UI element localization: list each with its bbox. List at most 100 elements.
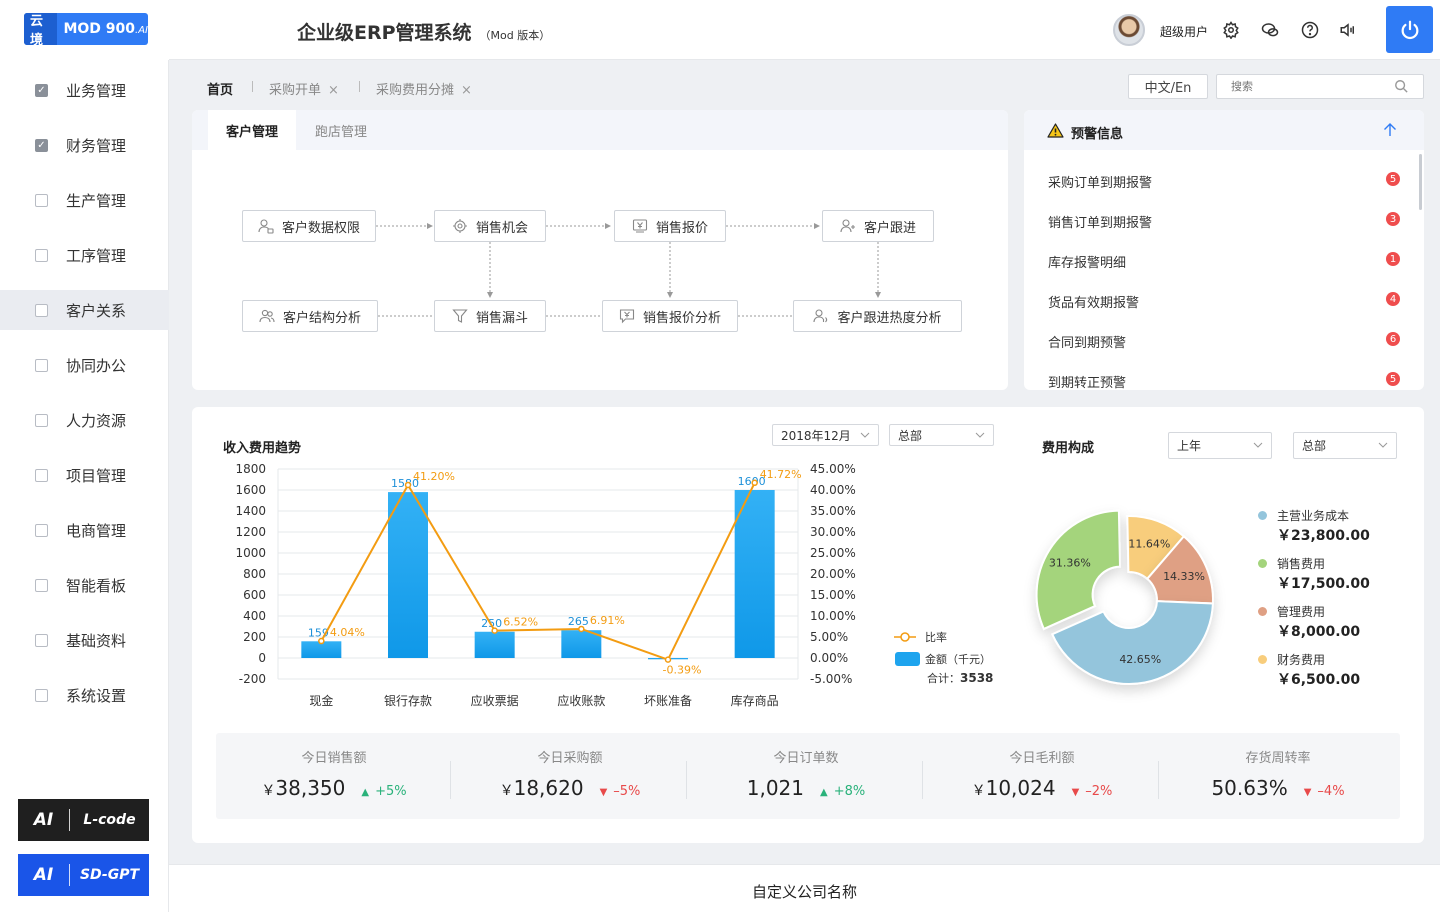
checkbox[interactable] <box>35 303 48 317</box>
bar <box>734 490 775 658</box>
rate-value-label: 6.52% <box>503 616 538 629</box>
total-label: 合计： <box>927 671 960 685</box>
node-sales-quote[interactable]: 销售报价 <box>614 210 726 242</box>
footer: 自定义公司名称 <box>169 864 1440 912</box>
close-icon[interactable]: × <box>328 83 339 98</box>
stat-change: –2% <box>1085 784 1113 799</box>
warning-item[interactable]: 采购订单到期报警 5 <box>1048 170 1400 191</box>
pie-slice <box>1035 509 1122 631</box>
scrollbar[interactable] <box>1419 154 1422 210</box>
chat-icon[interactable] <box>1260 20 1280 40</box>
collapse-up-icon[interactable] <box>1383 123 1397 137</box>
sidebar-item[interactable]: ✓ 业务管理 <box>0 70 169 110</box>
system-version: （Mod 版本） <box>479 29 551 42</box>
warning-item[interactable]: 库存报警明细 1 <box>1048 250 1400 271</box>
sidebar-item[interactable]: 系统设置 <box>0 675 169 715</box>
search-icon[interactable] <box>1394 79 1408 93</box>
sidebar-item[interactable]: 客户关系 <box>0 290 169 330</box>
ai-sdgpt-button[interactable]: AI SD-GPT <box>18 854 149 896</box>
warning-title: 预警信息 <box>1071 127 1124 142</box>
language-toggle-button[interactable]: 中文/En <box>1128 74 1208 99</box>
funnel-icon <box>452 309 468 323</box>
crumb-label: 采购开单 <box>269 83 322 98</box>
node-followup-heat-analysis[interactable]: 客户跟进热度分析 <box>793 300 962 332</box>
help-icon[interactable] <box>1300 20 1320 40</box>
cost-pie: 31.36% 11.64% 14.33% 42.65% <box>1035 509 1214 685</box>
sidebar-item[interactable]: 智能看板 <box>0 565 169 605</box>
sidebar-item[interactable]: 工序管理 <box>0 235 169 275</box>
sidebar-item[interactable]: 协同办公 <box>0 345 169 385</box>
warning-header: 预警信息 <box>1024 110 1424 150</box>
checkbox[interactable]: ✓ <box>35 83 48 97</box>
sidebar-item[interactable]: 基础资料 <box>0 620 169 660</box>
checkbox[interactable] <box>35 248 48 262</box>
ai-lcode-button[interactable]: AI L-code <box>18 799 149 841</box>
username[interactable]: 超级用户 <box>1160 23 1208 40</box>
power-button[interactable] <box>1386 6 1433 53</box>
speaker-icon[interactable] <box>1338 20 1358 40</box>
node-label: 客户数据权限 <box>281 220 360 236</box>
checkbox[interactable] <box>35 413 48 427</box>
user-followup-icon <box>840 219 855 233</box>
warning-item[interactable]: 销售订单到期报警 3 <box>1048 210 1400 231</box>
node-customer-structure-analysis[interactable]: 客户结构分析 <box>242 300 378 332</box>
trend-down-icon: ▼ <box>599 787 608 798</box>
warning-panel: 预警信息 采购订单到期报警 5 销售订单到期报警 3 库存报警明细 1 货品有效期报警 4 合同… <box>1024 110 1424 390</box>
checkbox[interactable] <box>35 633 48 647</box>
node-sales-funnel[interactable]: 销售漏斗 <box>434 300 546 332</box>
checkbox[interactable] <box>35 468 48 482</box>
legend-value: ￥23,800.00 <box>1277 528 1370 544</box>
warning-item[interactable]: 货品有效期报警 4 <box>1048 290 1400 311</box>
warning-item[interactable]: 到期转正预警 5 <box>1048 370 1400 390</box>
rate-value-label: 4.04% <box>330 626 365 639</box>
crumb-tab-purchase-order[interactable]: 采购开单 × <box>269 79 339 98</box>
sidebar-item[interactable]: 生产管理 <box>0 180 169 220</box>
warning-item[interactable]: 合同到期预警 6 <box>1048 330 1400 351</box>
y-right-tick-label: 5.00% <box>810 630 848 644</box>
logo-mod: MOD 900.AI <box>57 21 148 37</box>
sidebar-item[interactable]: 电商管理 <box>0 510 169 550</box>
close-icon[interactable]: × <box>461 83 472 98</box>
checkbox[interactable] <box>35 193 48 207</box>
legend-value: ￥6,500.00 <box>1277 672 1361 688</box>
bar <box>474 631 515 658</box>
y-right-tick-label: 40.00% <box>810 483 856 497</box>
customer-flow-panel: 客户管理 跑店管理 客户数据权限 销售机会 销售报价 客户跟进 客户结构分析 销… <box>192 110 1008 390</box>
sidebar-item-label: 财务管理 <box>66 136 127 155</box>
rate-value-label: 6.91% <box>590 614 625 627</box>
crumb-divider <box>359 81 360 92</box>
node-label: 客户跟进热度分析 <box>837 310 942 326</box>
node-customer-data-permission[interactable]: 客户数据权限 <box>242 210 376 242</box>
checkbox[interactable] <box>35 523 48 537</box>
warning-icon <box>1047 123 1064 138</box>
app-logo[interactable]: 云境 MOD 900.AI <box>0 0 178 60</box>
node-customer-followup[interactable]: 客户跟进 <box>822 210 934 242</box>
trend-up-icon: ▲ <box>361 787 370 798</box>
node-sales-quote-analysis[interactable]: 销售报价分析 <box>602 300 738 332</box>
sidebar-item[interactable]: ✓ 财务管理 <box>0 125 169 165</box>
crumb-tab-cost-allocation[interactable]: 采购费用分摊 × <box>376 79 472 98</box>
y-right-tick-label: 20.00% <box>810 567 856 581</box>
y-tick-label: 1800 <box>235 462 266 476</box>
checkbox[interactable] <box>35 358 48 372</box>
stat-value-row: ￥10,024 ▼ –2% <box>924 776 1160 800</box>
stat-value: 50.63% <box>1211 776 1288 800</box>
rate-point <box>751 479 758 487</box>
node-label: 销售报价分析 <box>642 310 721 326</box>
node-sales-opportunity[interactable]: 销售机会 <box>434 210 546 242</box>
checkbox[interactable] <box>35 578 48 592</box>
charts-canvas: -200 0 200 400 600 800 1000 1200 1400 1600 1800 -5… <box>235 462 1214 708</box>
sidebar-item[interactable]: 项目管理 <box>0 455 169 495</box>
sidebar-item[interactable]: 人力资源 <box>0 400 169 440</box>
gear-icon[interactable] <box>1221 20 1241 40</box>
logo-badge: 云境 MOD 900.AI <box>24 13 148 48</box>
crumb-home[interactable]: 首页 <box>207 79 233 98</box>
checkbox[interactable] <box>35 688 48 702</box>
rate-point <box>404 481 412 489</box>
avatar[interactable] <box>1113 14 1145 46</box>
warning-count-badge: 5 <box>1386 172 1400 186</box>
chart-grid <box>277 468 799 680</box>
checkbox[interactable]: ✓ <box>35 138 48 152</box>
y-tick-label: 600 <box>243 588 266 602</box>
search-input[interactable] <box>1216 74 1424 99</box>
